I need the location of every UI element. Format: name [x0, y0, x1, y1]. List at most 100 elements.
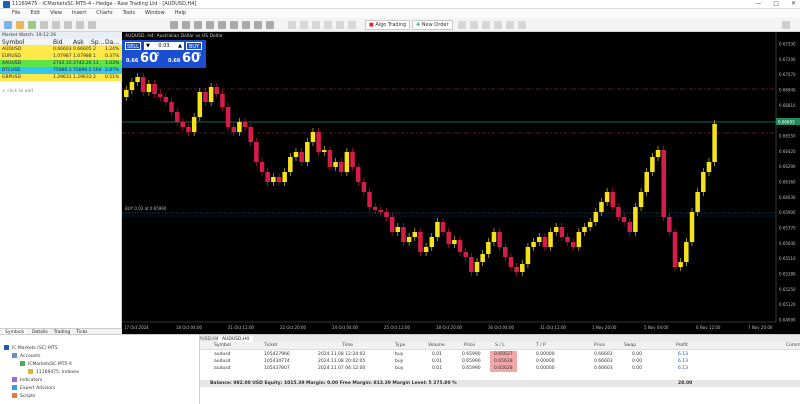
candles-icon[interactable]: [300, 21, 308, 29]
trade-col[interactable]: Ticket: [264, 343, 277, 348]
market-watch-row[interactable]: EURUSD 1.07987 1.07988 1 0.37%: [0, 53, 122, 60]
sell-button[interactable]: SELL: [125, 42, 141, 50]
trade-col[interactable]: T / P: [536, 343, 546, 348]
col-ask[interactable]: Ask: [73, 39, 84, 46]
navigator-item[interactable]: Scripts: [12, 393, 35, 399]
trendline-icon[interactable]: [194, 21, 202, 29]
fibo-icon[interactable]: [242, 21, 250, 29]
menu-item[interactable]: Window: [145, 10, 165, 16]
toolbox-icon[interactable]: [76, 21, 84, 29]
candle-body: [486, 242, 491, 254]
col-change[interactable]: Da...: [105, 39, 119, 46]
search-icon[interactable]: [782, 21, 790, 29]
candlestick-chart[interactable]: 0.673300.672000.670700.669400.668100.666…: [122, 32, 800, 334]
zoom-out-icon[interactable]: [336, 21, 344, 29]
navigator-icon[interactable]: [64, 21, 72, 29]
trade-col[interactable]: Comment: [786, 343, 800, 348]
menu-item[interactable]: View: [50, 10, 62, 16]
time-tick-label: 7 Nov 20:00: [748, 325, 773, 330]
col-spread[interactable]: Sp...: [91, 39, 104, 46]
cursor-icon[interactable]: [170, 21, 178, 29]
candle-body: [316, 132, 321, 152]
line-chart-icon[interactable]: [312, 21, 320, 29]
volume-up-icon[interactable]: ▲: [178, 42, 184, 50]
market-watch-row[interactable]: AUDUSD 0.66603 0.66605 2 1.24%: [0, 46, 122, 53]
market-watch-icon[interactable]: [40, 21, 48, 29]
trade-col[interactable]: Price: [594, 343, 605, 348]
trade-col[interactable]: Volume: [428, 343, 445, 348]
navigator-item[interactable]: Accounts: [12, 353, 41, 359]
channel-icon[interactable]: [230, 21, 238, 29]
navigator-item[interactable]: IC Markets (SC) MT5: [4, 345, 58, 351]
screenshot-icon[interactable]: [518, 21, 526, 29]
candle-body: [191, 117, 197, 132]
maximize-icon[interactable]: □: [773, 0, 779, 7]
trade-row[interactable]: audusd 105430774 2024.11.08 20:02:05 buy 0.0…: [200, 358, 800, 365]
open-icon[interactable]: [16, 21, 24, 29]
shapes-icon[interactable]: [266, 21, 274, 29]
templates-icon[interactable]: [506, 21, 514, 29]
col-bid[interactable]: Bid: [53, 39, 63, 46]
volume-input[interactable]: ▼ 0.03 ▲: [144, 42, 184, 50]
menu-item[interactable]: Charts: [96, 10, 112, 16]
profiles-icon[interactable]: [28, 21, 36, 29]
menu-item[interactable]: Edit: [30, 10, 40, 16]
crosshair-icon[interactable]: [182, 21, 190, 29]
trade-row[interactable]: audusd 105437807 2024.11.07 04:12:00 buy 0.0…: [200, 365, 800, 372]
close-icon[interactable]: ✕: [791, 0, 796, 7]
menu-item[interactable]: Help: [175, 10, 186, 16]
buy-price[interactable]: 0.66 60 5: [166, 51, 204, 67]
navigator-item[interactable]: 11169475: Indexes: [28, 369, 79, 375]
new-chart-icon[interactable]: [4, 21, 12, 29]
data-window-icon[interactable]: [52, 21, 60, 29]
position-label[interactable]: BUY 0.03 at 0.65990: [125, 206, 166, 211]
trade-col[interactable]: Swap: [624, 343, 636, 348]
strategy-tester-icon[interactable]: [88, 21, 96, 29]
chart-area[interactable]: 0.673300.672000.670700.669400.668100.666…: [122, 32, 800, 334]
price-tick-label: 0.64990: [779, 318, 796, 323]
market-watch-row[interactable]: XAUUSD 2742.15 2742.26 11 1.03%: [0, 60, 122, 67]
candle-body: [305, 142, 310, 162]
trade-col[interactable]: Time: [342, 343, 353, 348]
buy-button[interactable]: BUY: [186, 42, 202, 50]
candle-body: [616, 207, 621, 217]
menu-item[interactable]: Insert: [72, 10, 86, 16]
navigator-item[interactable]: Expert Advisors: [12, 385, 55, 391]
candle-body: [174, 112, 180, 122]
algo-trading-button[interactable]: ■ Algo Trading: [365, 20, 411, 30]
sell-price[interactable]: 0.66 60 3: [124, 51, 162, 67]
candle-body: [214, 87, 220, 94]
indicators-icon[interactable]: [482, 21, 490, 29]
trade-row[interactable]: audusd 105427966 2024.11.08 12:24:02 buy 0.0…: [200, 351, 800, 358]
market-watch-row[interactable]: GBPUSD 1.29631 1.29633 2 0.51%: [0, 74, 122, 81]
add-symbol-row[interactable]: + click to add: [0, 88, 122, 95]
candle-body: [242, 122, 248, 127]
minimize-icon[interactable]: —: [755, 0, 761, 7]
navigator-item[interactable]: Indicators: [12, 377, 42, 383]
trade-col[interactable]: Profit: [676, 343, 688, 348]
vline-icon[interactable]: [218, 21, 226, 29]
trade-col[interactable]: Symbol: [214, 343, 231, 348]
timeframes-icon[interactable]: [494, 21, 502, 29]
zoom-in-icon[interactable]: [324, 21, 332, 29]
candle-body: [299, 152, 304, 162]
candle-body: [129, 82, 135, 90]
trade-col[interactable]: Type: [395, 343, 405, 348]
menu-item[interactable]: File: [12, 10, 20, 16]
volume-down-icon[interactable]: ▼: [144, 42, 150, 50]
trade-col[interactable]: S / L: [495, 343, 505, 348]
bar-chart-icon[interactable]: [288, 21, 296, 29]
navigator-item[interactable]: ICMarketsSC-MT5-4: [20, 361, 72, 367]
candle-body: [423, 247, 429, 252]
market-watch-row[interactable]: BTCUSD 75880.1 75896.5 164 2.87%: [0, 67, 122, 74]
price-tick-label: 0.67330: [779, 42, 796, 47]
text-tool-icon[interactable]: [254, 21, 262, 29]
hline-icon[interactable]: [206, 21, 214, 29]
menu-item[interactable]: Tools: [123, 10, 135, 16]
trade-col[interactable]: Price: [464, 343, 475, 348]
autoscroll-icon[interactable]: [470, 21, 478, 29]
new-order-button[interactable]: ✚ New Order: [412, 20, 453, 30]
col-symbol[interactable]: Symbol: [2, 39, 24, 46]
chart-shift-icon[interactable]: [458, 21, 466, 29]
grid-icon[interactable]: [348, 21, 356, 29]
